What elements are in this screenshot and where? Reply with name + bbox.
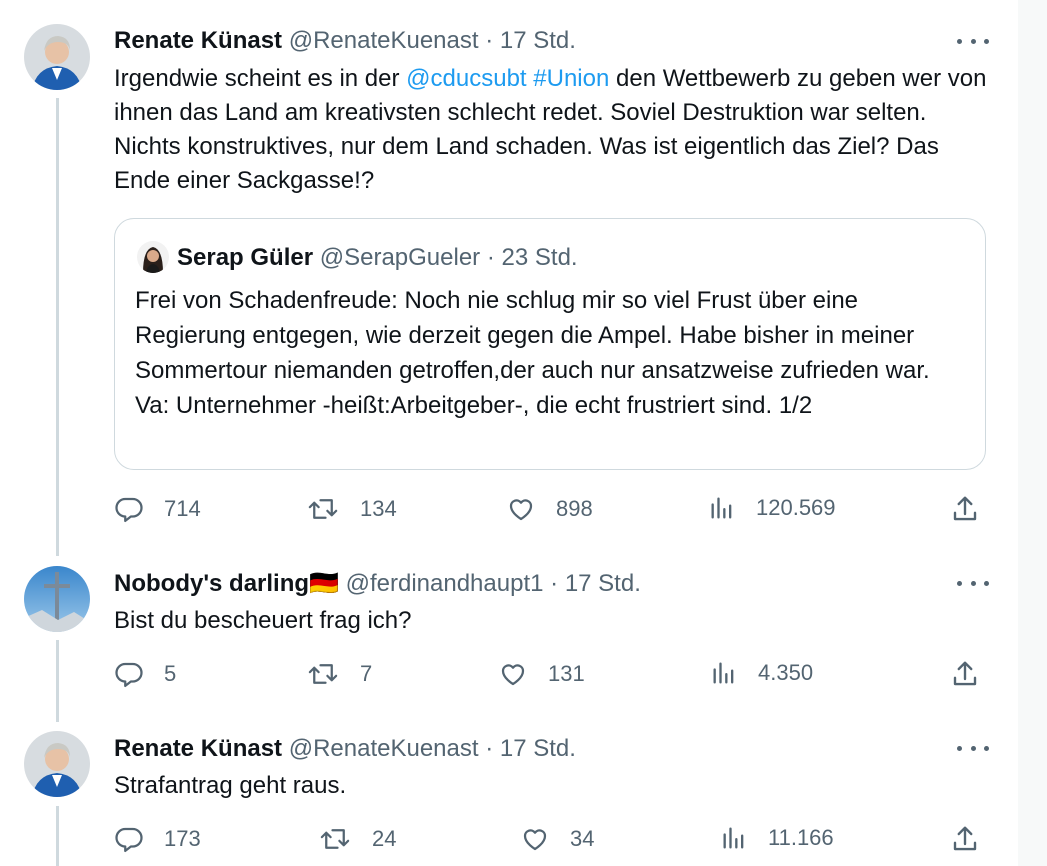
- retweet-icon: [308, 664, 338, 684]
- reply-icon: [115, 827, 143, 852]
- tweet-text: Bist du bescheuert frag ich?: [114, 607, 412, 634]
- retweet-count: 7: [360, 661, 373, 686]
- views-button[interactable]: 120.569: [708, 494, 836, 522]
- view-count: 4.350: [758, 660, 814, 685]
- avatar[interactable]: [24, 24, 90, 90]
- separator: ·: [485, 27, 494, 54]
- tweet-text: Strafantrag geht raus.: [114, 772, 347, 799]
- author-name[interactable]: Serap Güler: [177, 244, 313, 271]
- analytics-icon: [713, 662, 734, 684]
- more-icon[interactable]: [957, 741, 989, 755]
- author-name[interactable]: Nobody's darling: [114, 570, 309, 597]
- analytics-icon: [723, 827, 744, 849]
- share-icon: [953, 496, 977, 521]
- thread-line: [56, 98, 59, 556]
- author-name[interactable]: Renate Künast: [114, 27, 282, 54]
- retweet-button[interactable]: 24: [318, 824, 396, 854]
- timestamp[interactable]: 17 Std.: [565, 570, 641, 597]
- share-icon: [953, 826, 977, 851]
- tweet-actions: 5 7 131 4.350: [0, 659, 1000, 693]
- tweet-header: Renate Künast @RenateKuenast · 17 Std.: [114, 26, 576, 56]
- retweet-count: 24: [372, 826, 397, 851]
- author-handle[interactable]: @SerapGueler: [320, 244, 480, 271]
- timestamp[interactable]: 23 Std.: [502, 244, 578, 271]
- reply-count: 5: [164, 661, 177, 686]
- share-icon: [953, 661, 977, 686]
- timestamp[interactable]: 17 Std.: [500, 27, 576, 54]
- quote-header: Serap Güler @SerapGueler · 23 Std.: [177, 243, 578, 273]
- mention-link[interactable]: @cducsubt: [406, 65, 526, 92]
- tweet-text: Irgendwie scheint es in der @cducsubt #U…: [114, 62, 994, 198]
- views-button[interactable]: 4.350: [710, 659, 813, 687]
- like-count: 898: [556, 496, 593, 521]
- share-button[interactable]: [950, 659, 980, 689]
- tweet-actions: 173 24 34 11.166: [0, 824, 1000, 858]
- author-handle[interactable]: @ferdinandhaupt1: [346, 570, 544, 597]
- reply-button[interactable]: 173: [114, 824, 201, 854]
- author-handle[interactable]: @RenateKuenast: [289, 27, 479, 54]
- avatar[interactable]: [24, 566, 90, 632]
- quote-text: Frei von Schadenfreude: Noch nie schlug …: [135, 287, 930, 419]
- share-button[interactable]: [950, 824, 980, 854]
- more-icon[interactable]: [957, 34, 989, 48]
- analytics-icon: [711, 497, 732, 519]
- reply-button[interactable]: 714: [114, 494, 201, 524]
- flag-emoji: 🇩🇪: [309, 570, 339, 597]
- heart-icon: [509, 499, 533, 521]
- views-button[interactable]: 11.166: [720, 824, 834, 852]
- separator: ·: [485, 735, 494, 762]
- author-name[interactable]: Renate Künast: [114, 735, 282, 762]
- reply-icon: [115, 497, 143, 522]
- quoted-tweet[interactable]: Serap Güler @SerapGueler · 23 Std. Frei …: [114, 218, 986, 470]
- tweet-header: Renate Künast @RenateKuenast · 17 Std.: [114, 734, 576, 764]
- avatar[interactable]: [24, 731, 90, 797]
- like-count: 34: [570, 826, 595, 851]
- avatar[interactable]: [137, 241, 169, 273]
- share-button[interactable]: [950, 494, 980, 524]
- timestamp[interactable]: 17 Std.: [500, 735, 576, 762]
- tweet-actions: 714 134 898 120.569: [0, 494, 1000, 528]
- reply-count: 173: [164, 826, 201, 851]
- retweet-icon: [308, 499, 338, 519]
- reply-count: 714: [164, 496, 201, 521]
- hashtag-link[interactable]: #Union: [533, 65, 609, 92]
- like-button[interactable]: 131: [498, 659, 585, 689]
- scrollbar[interactable]: [1018, 0, 1047, 866]
- view-count: 11.166: [768, 825, 834, 850]
- view-count: 120.569: [756, 495, 836, 520]
- reply-icon: [115, 662, 143, 687]
- separator: ·: [486, 244, 495, 271]
- retweet-button[interactable]: 134: [306, 494, 397, 524]
- heart-icon: [501, 664, 525, 686]
- retweet-count: 134: [360, 496, 397, 521]
- more-icon[interactable]: [957, 576, 989, 590]
- separator: ·: [550, 570, 559, 597]
- like-count: 131: [548, 661, 585, 686]
- heart-icon: [523, 829, 547, 851]
- author-handle[interactable]: @RenateKuenast: [289, 735, 479, 762]
- retweet-icon: [320, 829, 350, 849]
- retweet-button[interactable]: 7: [306, 659, 372, 689]
- like-button[interactable]: 34: [520, 824, 594, 854]
- tweet-text-part: Irgendwie scheint es in der: [114, 65, 407, 92]
- like-button[interactable]: 898: [506, 494, 593, 524]
- reply-button[interactable]: 5: [114, 659, 176, 689]
- tweet-header: Nobody's darling🇩🇪 @ferdinandhaupt1 · 17…: [114, 569, 641, 599]
